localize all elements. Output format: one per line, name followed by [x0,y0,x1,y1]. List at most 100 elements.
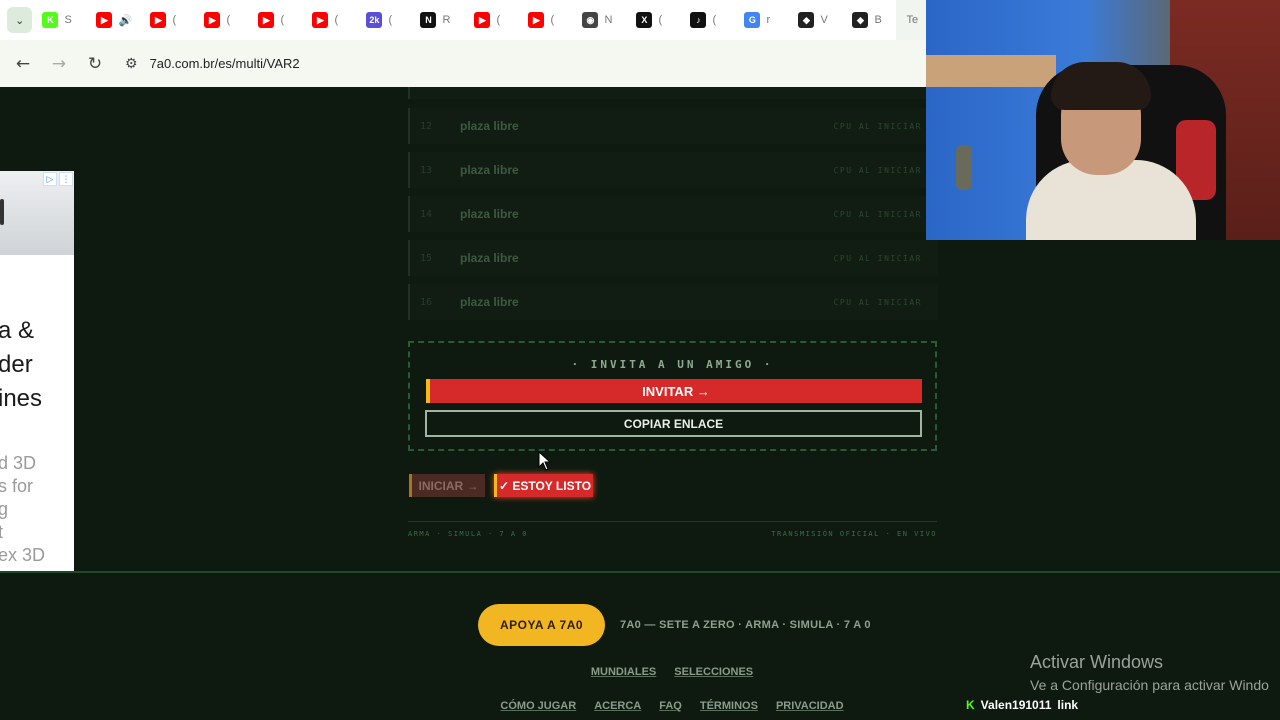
invite-button[interactable]: INVITAR → [426,379,922,403]
youtube-icon: ▶ [474,12,491,28]
webcam-overlay [926,0,1280,240]
forward-button[interactable]: → [41,54,77,74]
slot-number: 14 [420,208,433,220]
footer-link[interactable]: MUNDIALES [591,666,656,678]
shield-icon: ◆ [798,12,815,28]
slot-row[interactable]: 15 plaza libre CPU AL INICIAR [408,240,938,276]
tab-search-dropdown[interactable]: ⌄ [7,7,33,33]
tab-title: ( [280,14,285,26]
side-ad[interactable]: ▷ ⋮ a & der ines d 3D s for g t ex 3D [0,171,74,571]
start-button[interactable]: INICIAR → [409,474,485,497]
activate-subtitle: Ve a Configuración para activar Windo [1030,677,1269,693]
google-icon: G [744,12,761,28]
youtube-icon: ▶ [528,12,545,28]
activate-title: Activar Windows [1030,652,1164,672]
tab[interactable]: Gr [734,0,788,40]
tiktok-icon: ♪ [690,12,707,28]
back-button[interactable]: ← [5,54,41,74]
slot-status: CPU AL INICIAR [833,209,922,219]
reload-button[interactable]: ↻ [77,54,113,74]
footer-link[interactable]: TÉRMINOS [700,700,758,712]
tab[interactable]: KS [32,0,86,40]
page-divider [0,571,1280,573]
slot-name: plaza libre [460,163,519,177]
screen: ⌄ K S ▶ 🔊 ▶(▶(▶(▶(2k(N R ▶(▶(◉ N X(♪(Gr ◆ V ◆ B Te ←… [0,0,1280,720]
kick-icon: K [42,12,59,28]
slot-name: plaza libre [460,207,519,221]
tab-title: r [766,14,771,26]
tab[interactable]: ▶( [140,0,194,40]
kick-chat-line: K Valen191011 link [966,698,1078,712]
slot-row[interactable]: 14 plaza libre CPU AL INICIAR [408,196,938,232]
site-settings-icon[interactable]: ⚙ [125,55,138,72]
tab-title: ( [226,14,231,26]
copy-link-button[interactable]: COPIAR ENLACE [425,410,922,437]
tab-title: S [64,14,72,26]
slot-status: CPU AL INICIAR [833,165,922,175]
tab[interactable]: NR [410,0,464,40]
footer-links-secondary: CÓMO JUGAR ACERCA FAQ TÉRMINOS PRIVACIDAD [0,700,1280,712]
chevron-down-icon: ⌄ [15,13,25,27]
tab-title: ( [712,14,717,26]
tab-title: ( [550,14,555,26]
tab-active-title: Te [906,14,919,26]
slot-name: plaza libre [460,295,519,309]
ad-headline-line: der [0,351,33,378]
badge-icon: 2k [366,12,383,28]
tab[interactable]: ▶( [194,0,248,40]
footer-link[interactable]: PRIVACIDAD [776,700,844,712]
tab[interactable]: ♪( [680,0,734,40]
footer-link[interactable]: ACERCA [594,700,641,712]
url-text: 7a0.com.br/es/multi/VAR2 [149,56,300,71]
ad-badges: ▷ ⋮ [43,172,73,186]
url-field[interactable]: ⚙ 7a0.com.br/es/multi/VAR2 [125,47,926,81]
tab[interactable]: ◆ B [842,0,896,40]
tab[interactable]: ▶ 🔊 [86,0,140,40]
slot-name: plaza libre [460,251,519,265]
slot-status: CPU AL INICIAR [833,121,922,131]
footer-link[interactable]: SELECCIONES [674,666,753,678]
slot-number: 16 [420,296,433,308]
address-bar: ← → ↻ ⚙ 7a0.com.br/es/multi/VAR2 [0,40,926,87]
slot-number: 13 [420,164,433,176]
tab[interactable]: ◆ V [788,0,842,40]
tab[interactable]: ◉ N [572,0,626,40]
invite-title: · INVITA A UN AMIGO · [571,358,774,371]
adchoices-icon[interactable]: ▷ [43,172,57,186]
tab-title: 🔊 [118,14,133,27]
divider [408,521,937,522]
tab-title: ( [334,14,339,26]
tab[interactable]: ▶( [464,0,518,40]
tab[interactable]: 2k ( [356,0,410,40]
kick-icon: K [966,698,975,712]
ready-button[interactable]: ✓ ESTOY LISTO [494,474,593,497]
invite-box: · INVITA A UN AMIGO · INVITAR → COPIAR E… [408,341,937,451]
tab-title: ( [388,14,393,26]
webcam-shelf [926,55,1056,87]
ad-body-line: t [0,522,4,542]
tab-title: V [820,14,828,26]
tab-title: B [874,14,882,26]
footer-link[interactable]: CÓMO JUGAR [500,700,576,712]
tab-list: K S ▶ 🔊 ▶(▶(▶(▶(2k(N R ▶(▶(◉ N X(♪(Gr ◆ V ◆ B [32,0,896,40]
youtube-icon: ▶ [150,12,167,28]
slot-row[interactable]: 12 plaza libre CPU AL INICIAR [408,108,938,144]
slot-name: plaza libre [460,119,519,133]
tab-bar: ⌄ K S ▶ 🔊 ▶(▶(▶(▶(2k(N R ▶(▶(◉ N X(♪(Gr ◆ V ◆ B Te [0,0,926,40]
ad-body-line: ex 3D [0,545,46,565]
tab-title: N [604,14,613,26]
slot-row[interactable]: 13 plaza libre CPU AL INICIAR [408,152,938,188]
slot-partial [408,87,938,99]
tab-active[interactable]: Te [896,0,926,40]
footer-left-text: ARMA · SIMULA · 7 A 0 [408,530,529,538]
tab[interactable]: ▶( [248,0,302,40]
slot-row[interactable]: 16 plaza libre CPU AL INICIAR [408,284,938,320]
support-button[interactable]: APOYA A 7A0 [478,604,605,646]
ad-menu-icon[interactable]: ⋮ [59,172,73,186]
reload-icon: ↻ [87,53,103,74]
kick-username: Valen191011 [980,698,1052,712]
footer-link[interactable]: FAQ [659,700,682,712]
tab[interactable]: ▶( [302,0,356,40]
tab[interactable]: ▶( [518,0,572,40]
tab[interactable]: X( [626,0,680,40]
